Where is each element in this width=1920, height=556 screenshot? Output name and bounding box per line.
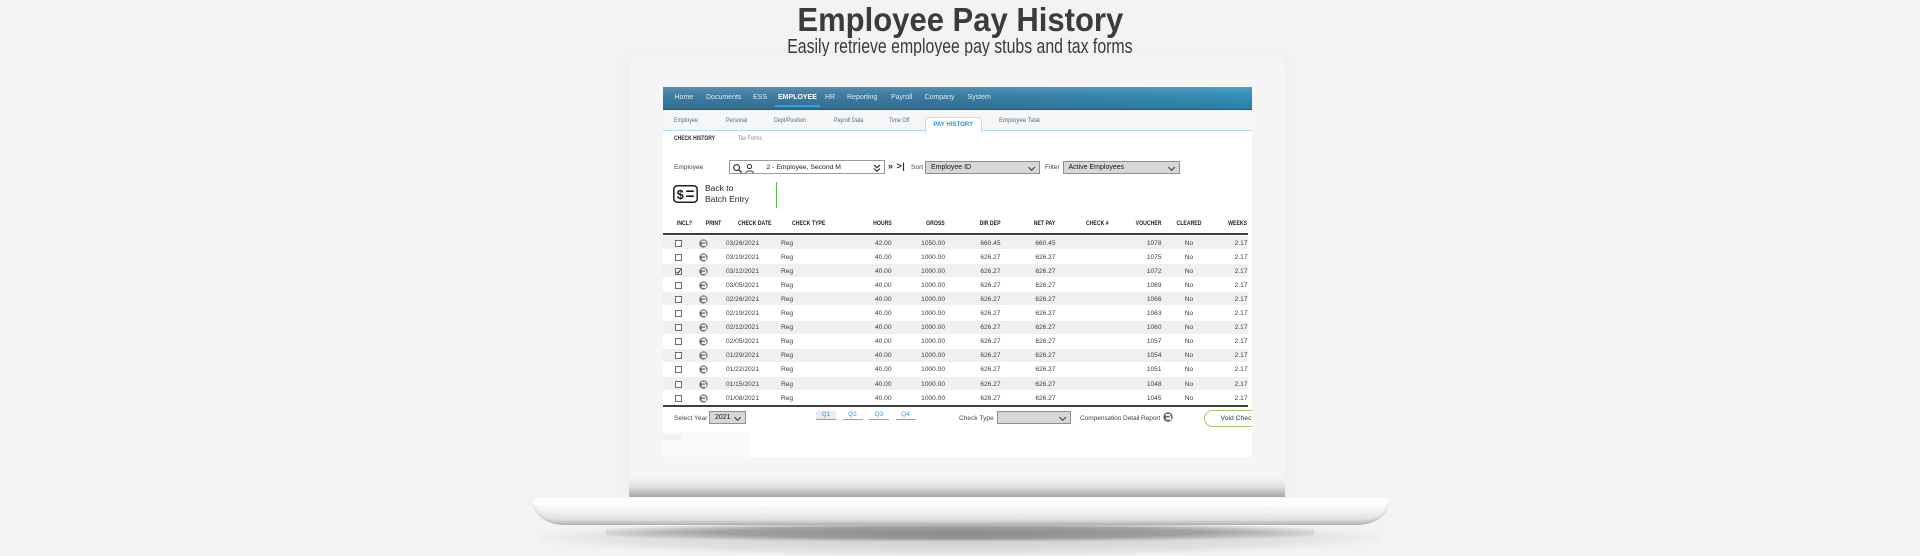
svg-text:$: $ xyxy=(676,188,683,202)
